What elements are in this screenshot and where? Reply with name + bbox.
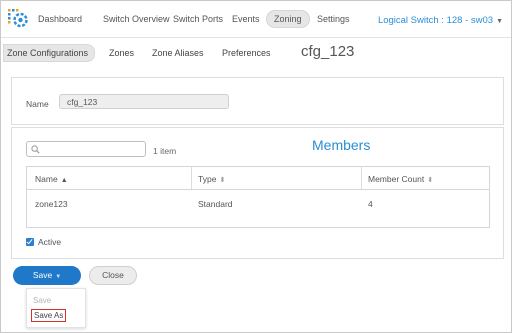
column-header-name[interactable]: Name ▲ xyxy=(35,174,68,184)
nav-dashboard[interactable]: Dashboard xyxy=(38,11,82,27)
table-header: Name ▲ Type ⬍ Member Count ⬍ xyxy=(27,167,489,190)
top-navigation: Dashboard Switch Overview Switch Ports E… xyxy=(1,1,511,38)
table-cell-member-count: 4 xyxy=(368,199,373,209)
nav-events[interactable]: Events xyxy=(232,11,260,27)
name-field: cfg_123 xyxy=(59,94,229,109)
column-label: Type xyxy=(198,174,217,184)
item-count: 1 item xyxy=(153,146,177,156)
save-button-label: Save xyxy=(32,270,53,280)
nav-switch-ports[interactable]: Switch Ports xyxy=(173,11,223,27)
save-button[interactable]: Save ▼ xyxy=(13,266,81,285)
sort-ascending-icon: ▲ xyxy=(60,177,68,184)
active-label: Active xyxy=(38,237,62,247)
sort-icon: ⬍ xyxy=(427,177,434,184)
app-frame: Dashboard Switch Overview Switch Ports E… xyxy=(0,0,512,333)
active-checkbox[interactable] xyxy=(26,238,34,246)
tab-zone-aliases[interactable]: Zone Aliases xyxy=(152,46,204,60)
members-panel: 1 item Members Name ▲ Type ⬍ Member Count ⬍… xyxy=(11,127,504,259)
column-divider xyxy=(361,167,362,189)
nav-zoning[interactable]: Zoning xyxy=(266,10,310,28)
column-header-member-count[interactable]: Member Count ⬍ xyxy=(368,174,433,184)
app-logo-icon xyxy=(8,9,28,28)
save-dropdown-menu: Save Save As xyxy=(26,288,86,328)
chevron-down-icon: ▼ xyxy=(496,18,503,25)
nav-switch-overview[interactable]: Switch Overview xyxy=(103,11,170,27)
close-button[interactable]: Close xyxy=(89,266,137,285)
name-panel: Name cfg_123 xyxy=(11,77,504,125)
name-label: Name xyxy=(26,99,49,109)
column-header-type[interactable]: Type ⬍ xyxy=(198,174,225,184)
chevron-down-icon: ▼ xyxy=(55,274,62,280)
logical-switch-selector[interactable]: Logical Switch : 128 - sw03 ▼ xyxy=(378,15,503,26)
menu-item-save: Save xyxy=(33,296,52,305)
table-cell-name[interactable]: zone123 xyxy=(35,199,68,209)
zoning-subnav: Zone Configurations Zones Zone Aliases P… xyxy=(1,38,511,66)
logical-switch-label: Logical Switch : 128 - sw03 xyxy=(377,15,494,26)
tab-zones[interactable]: Zones xyxy=(109,46,134,60)
tab-preferences[interactable]: Preferences xyxy=(222,46,271,60)
members-title: Members xyxy=(312,137,371,153)
search-icon xyxy=(31,145,40,154)
sort-icon: ⬍ xyxy=(219,177,226,184)
members-table: Name ▲ Type ⬍ Member Count ⬍ zone123 Standa… xyxy=(26,166,490,228)
nav-settings[interactable]: Settings xyxy=(317,11,350,27)
members-search-input[interactable] xyxy=(26,141,146,157)
menu-item-save-as[interactable]: Save As xyxy=(31,309,67,322)
column-divider xyxy=(191,167,192,189)
tab-zone-configurations[interactable]: Zone Configurations xyxy=(3,44,96,62)
column-label: Name xyxy=(35,174,58,184)
page-title: cfg_123 xyxy=(301,43,355,60)
column-label: Member Count xyxy=(368,174,425,184)
table-cell-type: Standard xyxy=(198,199,233,209)
